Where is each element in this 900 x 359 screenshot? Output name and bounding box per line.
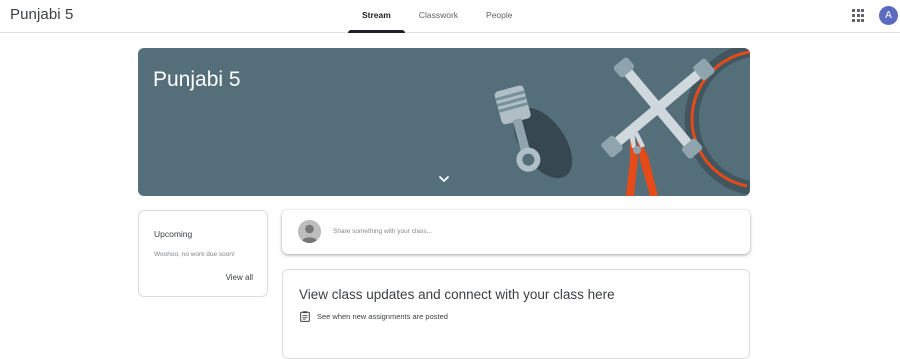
chevron-down-icon[interactable] <box>437 174 451 184</box>
account-avatar[interactable]: A <box>879 6 898 25</box>
banner-title: Punjabi 5 <box>153 68 241 91</box>
assignment-icon <box>300 311 310 322</box>
class-title[interactable]: Punjabi 5 <box>10 6 73 23</box>
upcoming-empty-text: Woohoo, no work due soon! <box>154 251 235 258</box>
share-placeholder[interactable]: Share something with your class... <box>333 228 432 235</box>
tab-classwork[interactable]: Classwork <box>405 0 472 33</box>
apps-grid-icon[interactable] <box>852 9 866 23</box>
tab-bar: Stream Classwork People <box>348 0 527 33</box>
upcoming-title: Upcoming <box>154 229 193 239</box>
class-updates-card: View class updates and connect with your… <box>282 269 750 359</box>
updates-heading: View class updates and connect with your… <box>299 287 615 302</box>
user-avatar-icon <box>298 220 321 243</box>
tab-stream[interactable]: Stream <box>348 0 405 33</box>
list-item: See when new assignments are posted <box>300 311 448 322</box>
share-announcement-box[interactable]: Share something with your class... <box>282 210 750 254</box>
view-all-link[interactable]: View all <box>226 273 253 282</box>
top-bar: Punjabi 5 Stream Classwork People A <box>0 0 900 33</box>
class-banner: Punjabi 5 <box>138 48 750 196</box>
upcoming-card: Upcoming Woohoo, no work due soon! View … <box>138 210 268 297</box>
updates-item-text: See when new assignments are posted <box>317 312 448 321</box>
tab-people[interactable]: People <box>472 0 526 33</box>
